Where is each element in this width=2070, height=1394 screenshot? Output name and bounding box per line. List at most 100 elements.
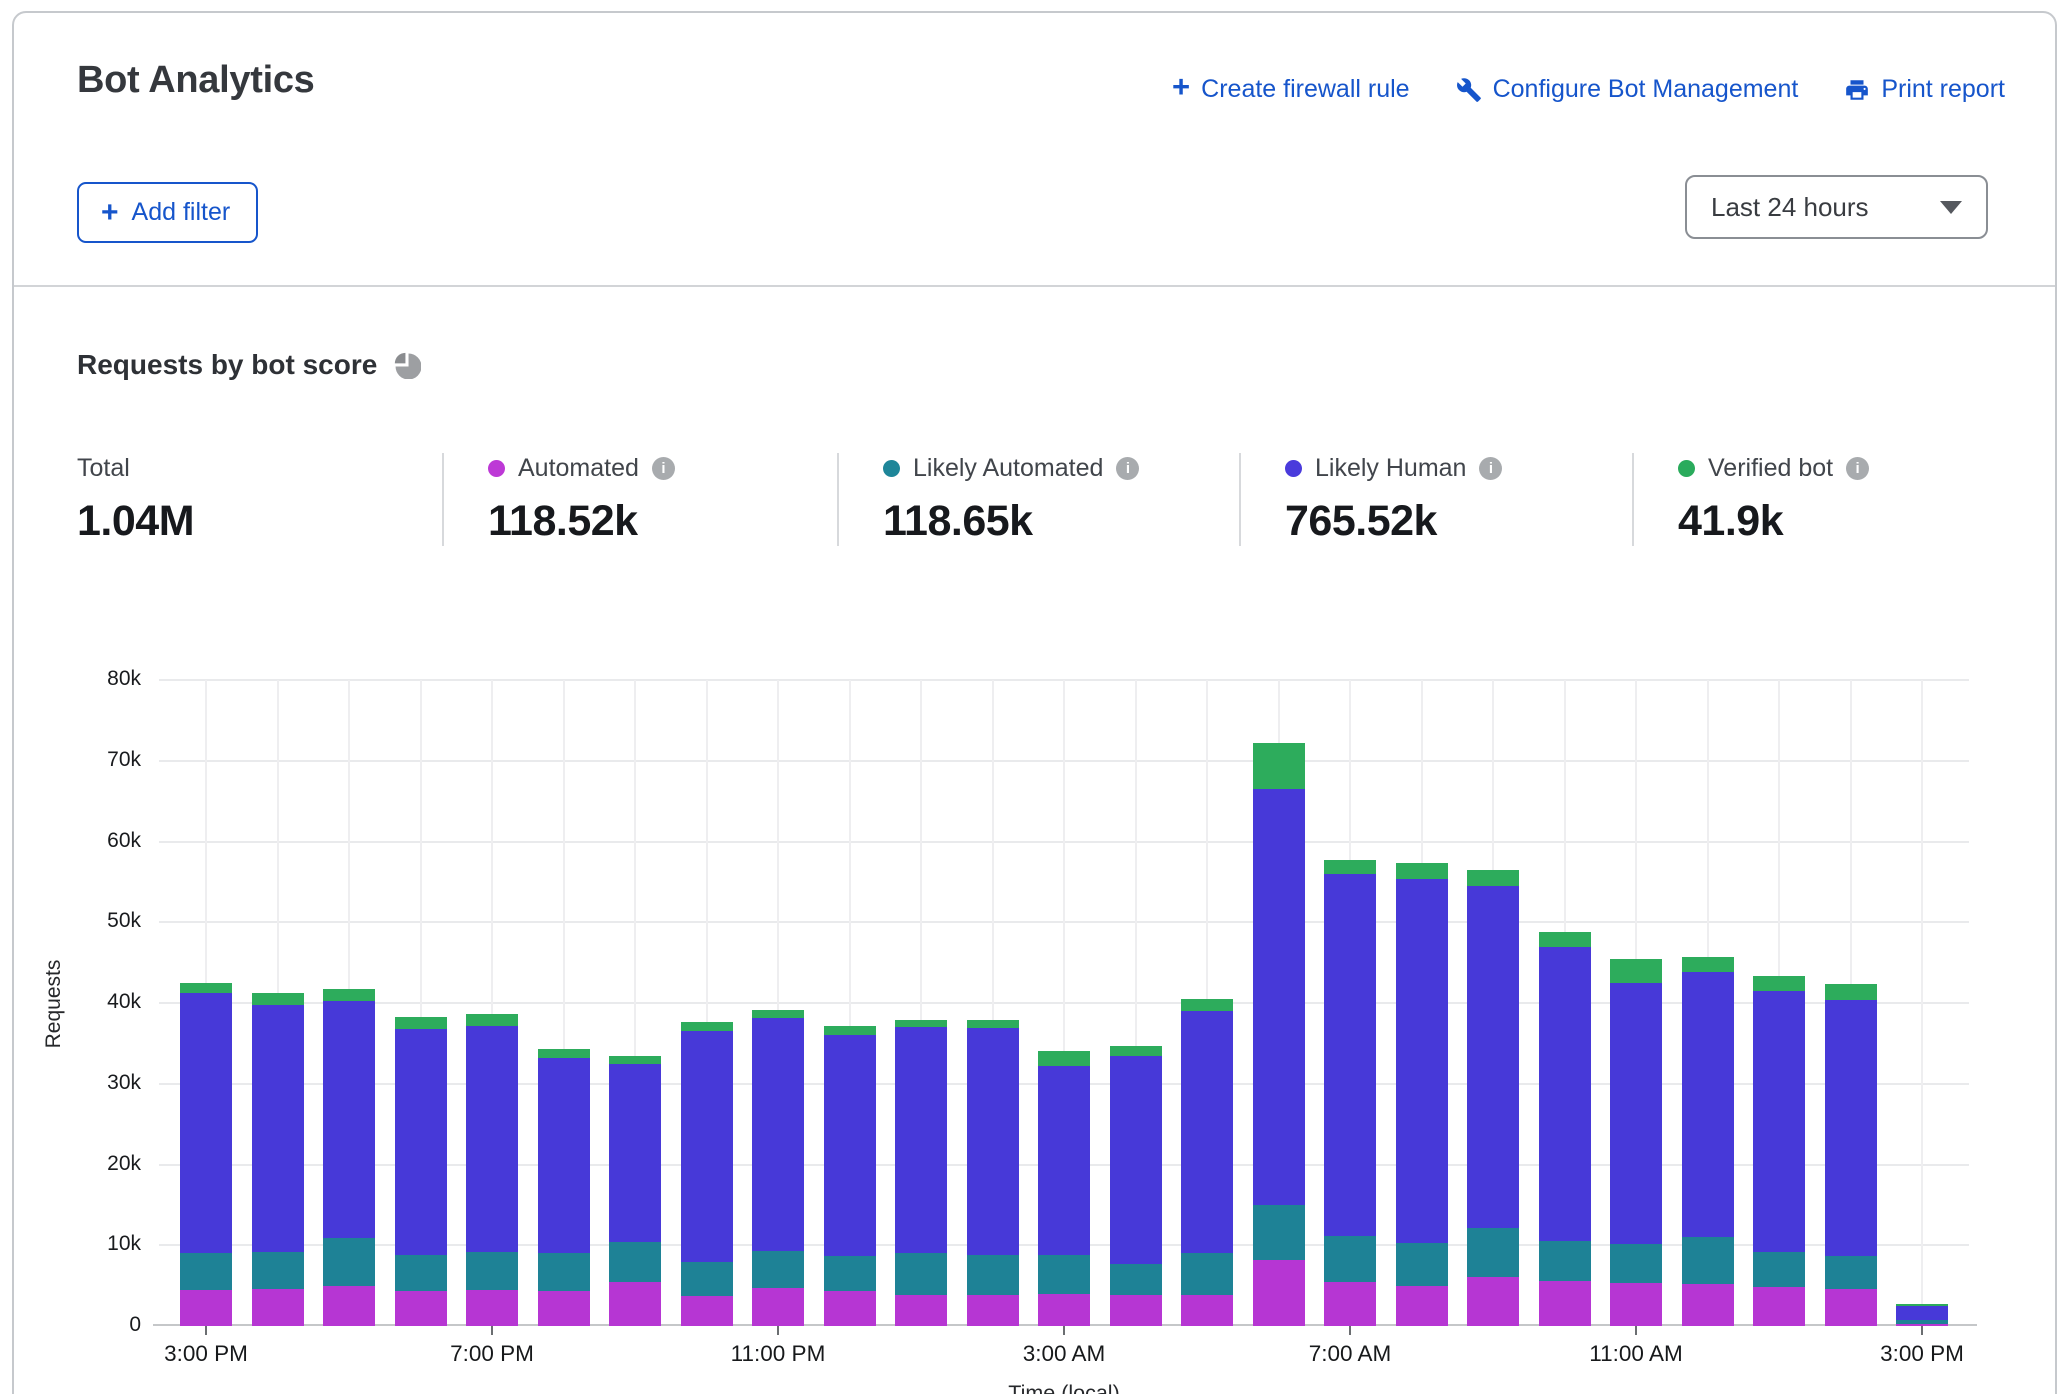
x-tick-label: 11:00 AM (1551, 1341, 1721, 1367)
bar-segment-verified-bot (1467, 870, 1519, 886)
bar-segment-automated (1396, 1286, 1448, 1326)
bar-segment-verified-bot (395, 1017, 447, 1029)
section-title: Requests by bot score (77, 349, 377, 381)
bar-segment-verified-bot (1825, 984, 1877, 999)
add-filter-button[interactable]: + Add filter (77, 182, 258, 243)
bar-segment-automated (1110, 1295, 1162, 1326)
bar-segment-likely-automated (466, 1252, 518, 1290)
time-range-select[interactable]: Last 24 hours (1685, 175, 1988, 239)
pie-chart-icon (394, 352, 421, 379)
bar-segment-automated (538, 1291, 590, 1326)
bar-segment-automated (395, 1291, 447, 1326)
bar-segment-likely-human (466, 1026, 518, 1252)
legend-dot (1678, 460, 1695, 477)
bar-segment-likely-human (1610, 983, 1662, 1245)
y-tick-label: 70k (75, 748, 141, 772)
bar-segment-likely-automated (609, 1242, 661, 1282)
x-tick-mark (777, 1326, 779, 1335)
bar-segment-verified-bot (967, 1020, 1019, 1028)
y-axis-title: Requests (42, 724, 66, 1284)
bar-segment-likely-human (1038, 1066, 1090, 1255)
bar-segment-likely-human (180, 993, 232, 1253)
stat-total-label: Total (77, 454, 130, 483)
bar-segment-automated (1682, 1284, 1734, 1326)
bar-segment-likely-human (1396, 879, 1448, 1242)
bar-segment-likely-automated (681, 1262, 733, 1296)
y-tick-label: 60k (75, 829, 141, 853)
bar-segment-verified-bot (895, 1020, 947, 1027)
action-label: Print report (1881, 75, 2005, 104)
bar-segment-verified-bot (1324, 860, 1376, 874)
bar-segment-automated (180, 1290, 232, 1326)
action-configure-bot-management[interactable]: Configure Bot Management (1456, 75, 1799, 104)
action-print-report[interactable]: Print report (1844, 75, 2005, 104)
action-label: Create firewall rule (1201, 75, 1409, 104)
printer-icon (1844, 77, 1870, 103)
bar-segment-likely-human (609, 1064, 661, 1242)
bar-segment-likely-human (752, 1018, 804, 1251)
bar-segment-likely-automated (538, 1253, 590, 1291)
bar-segment-likely-automated (180, 1253, 232, 1290)
stat-label: Likely Human (1315, 454, 1466, 483)
card-body: Requests by bot score Total 1.04M Automa… (14, 287, 2055, 546)
y-tick-label: 80k (75, 667, 141, 691)
bar-segment-likely-human (1682, 972, 1734, 1237)
header-actions: + Create firewall rule Configure Bot Manag… (1172, 75, 2005, 104)
bar-segment-likely-automated (323, 1238, 375, 1286)
bar-segment-likely-automated (395, 1255, 447, 1291)
bar-segment-likely-human (1539, 947, 1591, 1241)
x-tick-mark (1921, 1326, 1923, 1335)
y-tick-label: 40k (75, 990, 141, 1014)
x-tick-label: 7:00 PM (407, 1341, 577, 1367)
bar-segment-likely-human (1253, 789, 1305, 1205)
stat-automated: Automatedi118.52k (442, 453, 837, 546)
bar-segment-likely-human (1324, 874, 1376, 1236)
bar-segment-likely-human (681, 1031, 733, 1262)
gridline-v (1921, 680, 1923, 1326)
bar-segment-likely-automated (967, 1255, 1019, 1295)
bar-segment-verified-bot (466, 1014, 518, 1026)
info-icon[interactable]: i (652, 457, 675, 480)
x-tick-label: 3:00 PM (121, 1341, 291, 1367)
bar-segment-verified-bot (1610, 959, 1662, 983)
bar-segment-verified-bot (752, 1010, 804, 1018)
bar-segment-likely-automated (1753, 1252, 1805, 1288)
bar-segment-likely-human (1181, 1011, 1233, 1252)
stat-likely-automated: Likely Automatedi118.65k (837, 453, 1239, 546)
bar-segment-likely-human (252, 1005, 304, 1252)
bar-segment-automated (466, 1290, 518, 1326)
plus-icon: + (1172, 75, 1190, 104)
info-icon[interactable]: i (1846, 457, 1869, 480)
legend-dot (488, 460, 505, 477)
bar-segment-automated (752, 1288, 804, 1326)
x-tick-mark (1635, 1326, 1637, 1335)
bar-segment-likely-automated (1324, 1236, 1376, 1283)
stat-total-value: 1.04M (77, 497, 422, 546)
wrench-icon (1456, 77, 1482, 103)
bar-segment-verified-bot (538, 1049, 590, 1058)
bar-segment-verified-bot (252, 993, 304, 1004)
page-title: Bot Analytics (77, 59, 315, 102)
bar-segment-automated (252, 1289, 304, 1326)
bar-segment-likely-human (824, 1035, 876, 1255)
bar-segment-automated (1181, 1295, 1233, 1326)
bar-segment-likely-human (967, 1028, 1019, 1255)
bar-segment-likely-automated (752, 1251, 804, 1288)
bar-segment-verified-bot (1753, 976, 1805, 991)
bar-segment-likely-automated (824, 1256, 876, 1292)
chevron-down-icon (1940, 201, 1962, 214)
section-title-row: Requests by bot score (77, 349, 2055, 381)
info-icon[interactable]: i (1116, 457, 1139, 480)
bar-segment-automated (895, 1295, 947, 1326)
legend-dot (1285, 460, 1302, 477)
bar-segment-verified-bot (1253, 743, 1305, 789)
stat-label: Automated (518, 454, 639, 483)
y-tick-label: 10k (75, 1232, 141, 1256)
bar-segment-automated (1825, 1289, 1877, 1326)
bar-segment-verified-bot (1038, 1051, 1090, 1066)
bar-segment-automated (967, 1295, 1019, 1326)
info-icon[interactable]: i (1479, 457, 1502, 480)
action-create-firewall-rule[interactable]: + Create firewall rule (1172, 75, 1410, 104)
bar-segment-verified-bot (1539, 932, 1591, 947)
stat-total: Total 1.04M (77, 453, 442, 546)
